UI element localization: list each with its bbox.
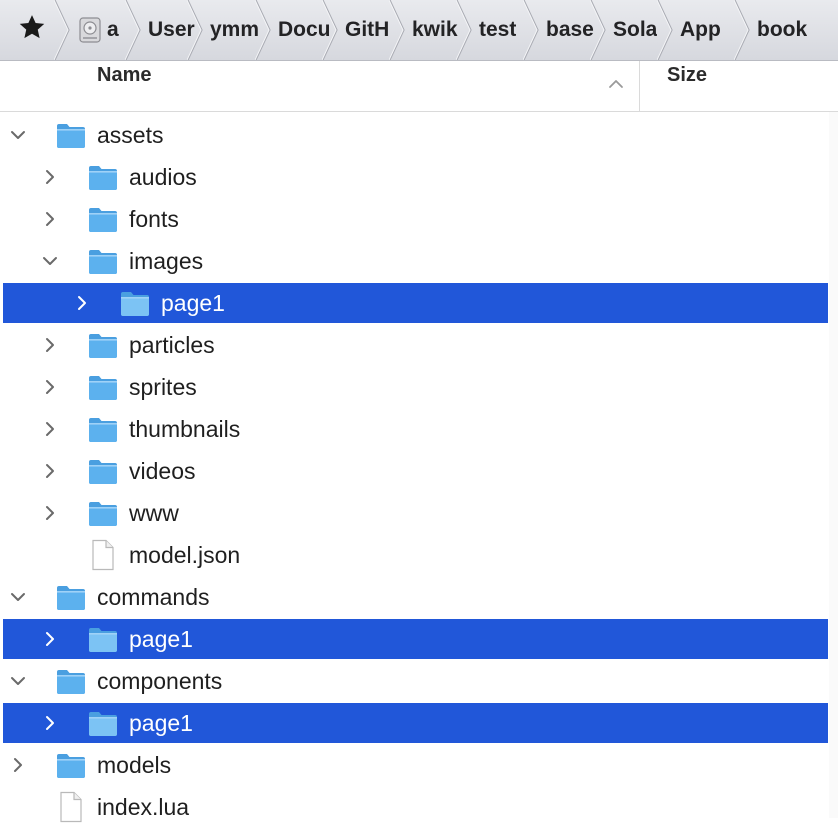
- breadcrumb-label: App: [680, 18, 721, 41]
- folder-row[interactable]: particles: [0, 324, 838, 366]
- size-column-header[interactable]: Size: [667, 61, 707, 91]
- folder-icon: [55, 667, 87, 695]
- chevron-right-icon[interactable]: [41, 168, 59, 186]
- disk-icon: [77, 17, 103, 43]
- folder-icon: [119, 289, 151, 317]
- folder-row[interactable]: commands: [0, 576, 838, 618]
- row-label: page1: [129, 626, 193, 652]
- name-column-header[interactable]: Name: [97, 61, 151, 91]
- chevron-down-icon[interactable]: [41, 252, 59, 270]
- selection-highlight: [3, 703, 828, 743]
- chevron-down-icon[interactable]: [9, 588, 27, 606]
- folder-icon: [87, 415, 119, 443]
- chevron-right-icon[interactable]: [73, 294, 91, 312]
- chevron-right-icon[interactable]: [9, 756, 27, 774]
- folder-icon: [87, 499, 119, 527]
- row-label: models: [97, 752, 172, 778]
- folder-icon: [87, 373, 119, 401]
- folder-row[interactable]: thumbnails: [0, 408, 838, 450]
- file-icon: [90, 539, 116, 571]
- column-header: Name Size: [0, 61, 838, 112]
- breadcrumb-item-11[interactable]: book: [748, 0, 838, 60]
- folder-icon: [87, 457, 119, 485]
- row-label: page1: [161, 290, 225, 316]
- row-label: assets: [97, 122, 164, 148]
- folder-row[interactable]: components: [0, 660, 838, 702]
- folder-icon: [87, 205, 119, 233]
- folder-row[interactable]: videos: [0, 450, 838, 492]
- column-divider[interactable]: [639, 61, 640, 111]
- folder-icon: [87, 163, 119, 191]
- folder-row[interactable]: audios: [0, 156, 838, 198]
- chevron-right-icon[interactable]: [41, 504, 59, 522]
- chevron-right-icon[interactable]: [41, 714, 59, 732]
- folder-row[interactable]: page1: [0, 702, 838, 744]
- row-label: fonts: [129, 206, 179, 232]
- chevron-right-icon[interactable]: [41, 462, 59, 480]
- folder-row[interactable]: sprites: [0, 366, 838, 408]
- row-label: thumbnails: [129, 416, 241, 442]
- folder-row[interactable]: assets: [0, 114, 838, 156]
- row-label: audios: [129, 164, 197, 190]
- folder-icon: [87, 625, 119, 653]
- folder-row[interactable]: page1: [0, 282, 838, 324]
- row-label: images: [129, 248, 204, 274]
- file-icon: [58, 791, 84, 823]
- row-label: components: [97, 668, 223, 694]
- file-row[interactable]: model.json: [0, 534, 838, 576]
- folder-row[interactable]: models: [0, 744, 838, 786]
- chevron-right-icon[interactable]: [41, 420, 59, 438]
- breadcrumb-label: a: [107, 18, 119, 41]
- chevron-up-icon[interactable]: [606, 77, 626, 91]
- breadcrumb-label: GitH: [345, 18, 390, 41]
- row-label: sprites: [129, 374, 197, 400]
- breadcrumb-label: book: [757, 18, 808, 41]
- breadcrumb-item-10[interactable]: App: [671, 0, 743, 60]
- breadcrumb-label: test: [479, 18, 517, 41]
- breadcrumb-label: kwik: [412, 18, 458, 41]
- breadcrumb: a User ymm Docu GitH kwik test base Sola App book: [0, 0, 838, 61]
- row-label: page1: [129, 710, 193, 736]
- file-tree: assets audios fonts images page1 particles spr…: [0, 112, 838, 823]
- row-label: particles: [129, 332, 215, 358]
- folder-icon: [55, 583, 87, 611]
- chevron-right-icon[interactable]: [41, 630, 59, 648]
- chevron-down-icon[interactable]: [9, 126, 27, 144]
- folder-icon: [87, 247, 119, 275]
- breadcrumb-label: ymm: [210, 18, 260, 41]
- folder-icon: [87, 331, 119, 359]
- folder-row[interactable]: page1: [0, 618, 838, 660]
- row-label: www: [129, 500, 179, 526]
- folder-row[interactable]: images: [0, 240, 838, 282]
- breadcrumb-label: base: [546, 18, 594, 41]
- folder-row[interactable]: www: [0, 492, 838, 534]
- folder-icon: [87, 709, 119, 737]
- chevron-right-icon[interactable]: [41, 336, 59, 354]
- breadcrumb-label: Sola: [613, 18, 658, 41]
- folder-icon: [55, 121, 87, 149]
- star-icon: [17, 12, 47, 48]
- chevron-down-icon[interactable]: [9, 672, 27, 690]
- row-label: index.lua: [97, 794, 190, 820]
- row-label: commands: [97, 584, 210, 610]
- row-label: model.json: [129, 542, 241, 568]
- scrollbar-track[interactable]: [829, 112, 838, 818]
- chevron-right-icon[interactable]: [41, 210, 59, 228]
- row-label: videos: [129, 458, 196, 484]
- chevron-right-icon[interactable]: [41, 378, 59, 396]
- folder-icon: [55, 751, 87, 779]
- selection-highlight: [3, 619, 828, 659]
- file-row[interactable]: index.lua: [0, 786, 838, 828]
- folder-row[interactable]: fonts: [0, 198, 838, 240]
